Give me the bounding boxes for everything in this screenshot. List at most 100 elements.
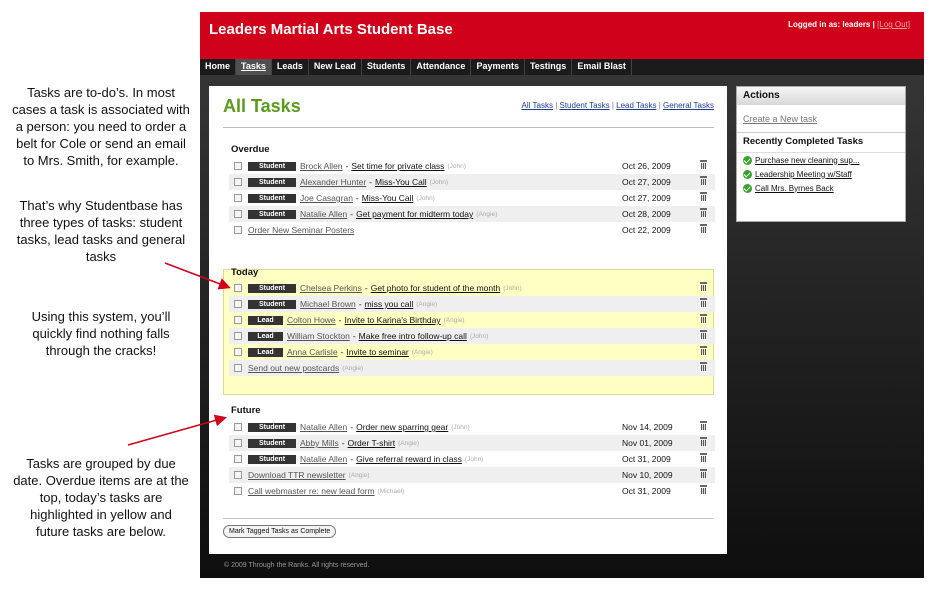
task-checkbox[interactable] bbox=[234, 178, 242, 186]
task-person-link[interactable]: Joe Casagran bbox=[300, 193, 353, 203]
task-title-link[interactable]: Invite to seminar bbox=[346, 347, 408, 357]
task-title-link[interactable]: Miss-You Call bbox=[362, 193, 414, 203]
nav-email-blast[interactable]: Email Blast bbox=[572, 59, 632, 75]
trash-icon[interactable] bbox=[700, 330, 707, 339]
task-due-date: Oct 27, 2009 bbox=[622, 177, 671, 187]
task-checkbox[interactable] bbox=[234, 162, 242, 170]
task-title-link[interactable]: Send out new postcards bbox=[248, 363, 339, 373]
task-row: Student Natalie Allen - Get payment for mid… bbox=[229, 206, 715, 222]
task-checkbox[interactable] bbox=[234, 439, 242, 447]
trash-icon[interactable] bbox=[700, 160, 707, 169]
task-person-link[interactable]: Natalie Allen bbox=[300, 209, 347, 219]
task-checkbox[interactable] bbox=[234, 487, 242, 495]
task-title-link[interactable]: Call webmaster re: new lead form bbox=[248, 486, 375, 496]
trash-icon[interactable] bbox=[700, 362, 707, 371]
task-checkbox[interactable] bbox=[234, 423, 242, 431]
trash-icon[interactable] bbox=[700, 346, 707, 355]
trash-icon[interactable] bbox=[700, 469, 707, 478]
task-title-link[interactable]: Order New Seminar Posters bbox=[248, 225, 354, 235]
filter-lead-tasks[interactable]: Lead Tasks bbox=[616, 101, 656, 110]
task-person-link[interactable]: William Stockton bbox=[287, 331, 350, 341]
nav-payments[interactable]: Payments bbox=[471, 59, 525, 75]
task-title-link[interactable]: Order new sparring gear bbox=[356, 422, 448, 432]
task-person-link[interactable]: Abby Mills bbox=[300, 438, 339, 448]
task-checkbox[interactable] bbox=[234, 194, 242, 202]
task-person-link[interactable]: Natalie Allen bbox=[300, 454, 347, 464]
nav-home[interactable]: Home bbox=[200, 59, 237, 75]
mark-complete-button[interactable]: Mark Tagged Tasks as Complete bbox=[223, 525, 337, 538]
task-due-date: Nov 01, 2009 bbox=[622, 438, 673, 448]
task-checkbox[interactable] bbox=[234, 332, 242, 340]
trash-icon[interactable] bbox=[700, 298, 707, 307]
nav-tasks[interactable]: Tasks bbox=[236, 59, 272, 75]
task-person-link[interactable]: Alexander Hunter bbox=[300, 177, 366, 187]
task-row: Lead William Stockton - Make free intro fol… bbox=[229, 328, 715, 344]
task-assignee: (Michael) bbox=[377, 487, 405, 495]
recent-task-item[interactable]: Call Mrs. Byrnes Back bbox=[737, 181, 905, 195]
task-person-link[interactable]: Natalie Allen bbox=[300, 422, 347, 432]
recent-task-item[interactable]: Purchase new cleaning sup... bbox=[737, 153, 905, 167]
task-row: Student Natalie Allen - Give referral rewar… bbox=[229, 451, 715, 467]
trash-icon[interactable] bbox=[700, 314, 707, 323]
trash-icon[interactable] bbox=[700, 421, 707, 430]
task-person-link[interactable]: Anna Carlisle bbox=[287, 347, 338, 357]
task-checkbox[interactable] bbox=[234, 316, 242, 324]
trash-icon[interactable] bbox=[700, 485, 707, 494]
task-title-link[interactable]: Order T-shirt bbox=[348, 438, 396, 448]
app-window: Leaders Martial Arts Student Base Logged… bbox=[200, 12, 924, 578]
task-checkbox[interactable] bbox=[234, 364, 242, 372]
recent-task-item[interactable]: Leadership Meeting w/Staff bbox=[737, 167, 905, 181]
logout-link[interactable]: [Log Out] bbox=[877, 20, 910, 29]
nav-testings[interactable]: Testings bbox=[525, 59, 573, 75]
task-checkbox[interactable] bbox=[234, 455, 242, 463]
filter-student-tasks[interactable]: Student Tasks bbox=[560, 101, 610, 110]
filter-general-tasks[interactable]: General Tasks bbox=[663, 101, 714, 110]
nav-new-lead[interactable]: New Lead bbox=[309, 59, 362, 75]
task-checkbox[interactable] bbox=[234, 471, 242, 479]
check-icon bbox=[743, 155, 752, 165]
tasks-panel: All Tasks All Tasks | Student Tasks | Le… bbox=[209, 86, 727, 554]
task-assignee: (John) bbox=[464, 455, 484, 463]
future-task-list: Student Natalie Allen - Order new sparring … bbox=[229, 419, 715, 499]
trash-icon[interactable] bbox=[700, 176, 707, 185]
nav-students[interactable]: Students bbox=[362, 59, 412, 75]
task-title-link[interactable]: Set time for private class bbox=[351, 161, 444, 171]
task-checkbox[interactable] bbox=[234, 226, 242, 234]
task-person-link[interactable]: Brock Allen bbox=[300, 161, 343, 171]
task-person-link[interactable]: Colton Howe bbox=[287, 315, 336, 325]
trash-icon[interactable] bbox=[700, 224, 707, 233]
filter-all-tasks[interactable]: All Tasks bbox=[522, 101, 553, 110]
task-assignee: (John) bbox=[429, 178, 449, 186]
task-person-link[interactable]: Michael Brown bbox=[300, 299, 356, 309]
task-assignee: (Angie) bbox=[443, 316, 465, 324]
nav-attendance[interactable]: Attendance bbox=[411, 59, 472, 75]
trash-icon[interactable] bbox=[700, 208, 707, 217]
task-due-date: Oct 31, 2009 bbox=[622, 486, 671, 496]
task-due-date: Oct 27, 2009 bbox=[622, 193, 671, 203]
task-title-link[interactable]: Miss-You Call bbox=[375, 177, 427, 187]
task-title-link[interactable]: Download TTR newsletter bbox=[248, 470, 346, 480]
create-task-link[interactable]: Create a New task bbox=[737, 105, 905, 133]
task-title-link[interactable]: Get payment for midterm today bbox=[356, 209, 473, 219]
task-person-link[interactable]: Chelsea Perkins bbox=[300, 283, 362, 293]
trash-icon[interactable] bbox=[700, 437, 707, 446]
separator: - bbox=[352, 331, 356, 341]
task-assignee: (John) bbox=[451, 423, 470, 431]
task-title-link[interactable]: Give referral reward in class bbox=[356, 454, 462, 464]
task-title-link[interactable]: Get photo for student of the month bbox=[371, 283, 500, 293]
trash-icon[interactable] bbox=[700, 192, 707, 201]
task-title-link[interactable]: miss you call bbox=[365, 299, 414, 309]
task-checkbox[interactable] bbox=[234, 348, 242, 356]
task-checkbox[interactable] bbox=[234, 284, 242, 292]
task-checkbox[interactable] bbox=[234, 300, 242, 308]
trash-icon[interactable] bbox=[700, 282, 707, 291]
nav-leads[interactable]: Leads bbox=[272, 59, 309, 75]
recent-heading: Recently Completed Tasks bbox=[737, 133, 905, 153]
task-due-date: Nov 14, 2009 bbox=[622, 422, 673, 432]
task-checkbox[interactable] bbox=[234, 210, 242, 218]
task-title-link[interactable]: Invite to Karina's Birthday bbox=[345, 315, 441, 325]
trash-icon[interactable] bbox=[700, 453, 707, 462]
task-title-link[interactable]: Make free intro follow-up call bbox=[359, 331, 467, 341]
task-row: Call webmaster re: new lead form (Michael… bbox=[229, 483, 715, 499]
task-filters: All Tasks | Student Tasks | Lead Tasks |… bbox=[521, 101, 714, 110]
